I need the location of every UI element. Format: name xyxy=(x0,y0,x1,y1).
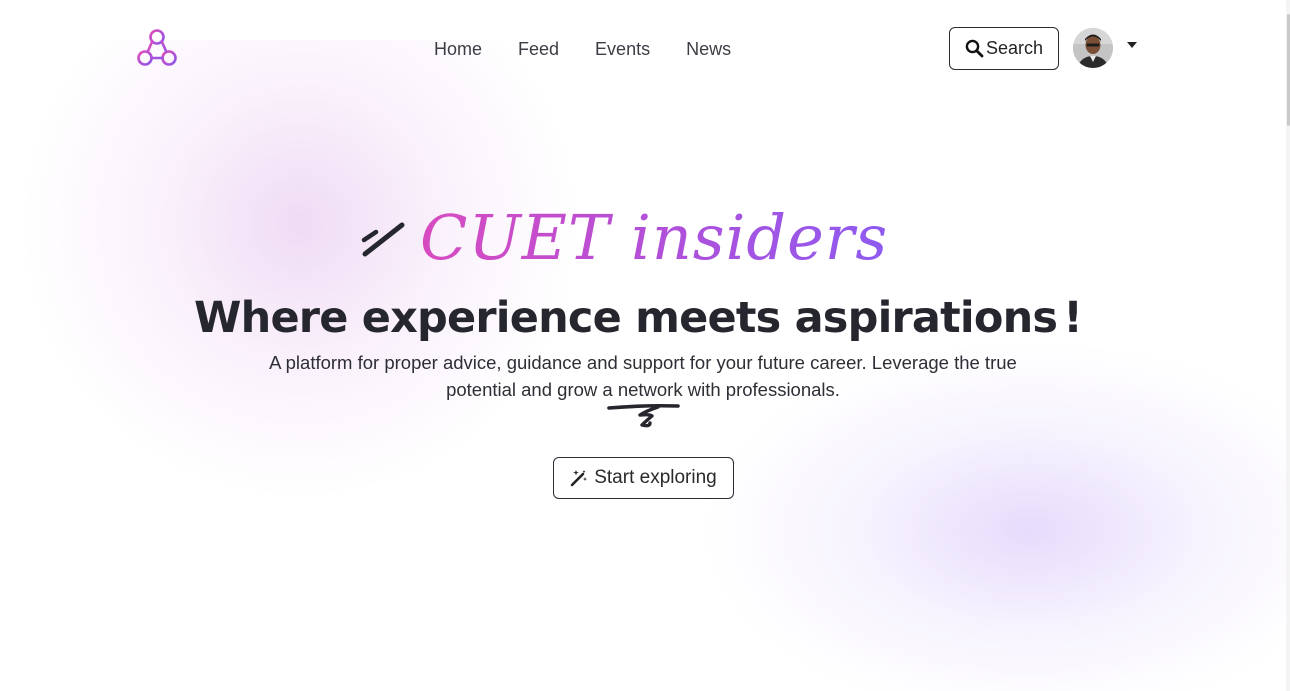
headline-exclamation: ! xyxy=(1063,293,1083,343)
search-button-label: Search xyxy=(985,38,1044,58)
search-icon xyxy=(965,39,984,58)
hero-headline: Where experience meets aspirations! xyxy=(0,290,1276,346)
nav-link-home[interactable]: Home xyxy=(434,37,482,61)
caret-down-icon[interactable] xyxy=(1127,42,1137,48)
decorative-slashes-icon xyxy=(360,220,410,260)
brand-title: CUET insiders xyxy=(420,198,888,278)
user-avatar[interactable] xyxy=(1073,28,1113,68)
nav-link-events[interactable]: Events xyxy=(595,37,650,61)
scrollbar-track[interactable] xyxy=(1286,0,1290,691)
decorative-squiggle-icon xyxy=(606,401,682,431)
nav-link-feed[interactable]: Feed xyxy=(518,37,559,61)
start-exploring-label: Start exploring xyxy=(594,467,717,488)
magic-wand-icon xyxy=(570,469,588,487)
hero-subtitle: A platform for proper advice, guidance a… xyxy=(269,352,1017,400)
hero-headline-text: Where experience meets aspirations xyxy=(194,293,1058,343)
main-nav: Home Feed Events News xyxy=(434,37,731,61)
nav-link-news[interactable]: News xyxy=(686,37,731,61)
three-circles-logo-icon[interactable] xyxy=(135,28,179,68)
start-exploring-button[interactable]: Start exploring xyxy=(553,457,734,499)
search-button[interactable]: Search xyxy=(949,27,1059,70)
